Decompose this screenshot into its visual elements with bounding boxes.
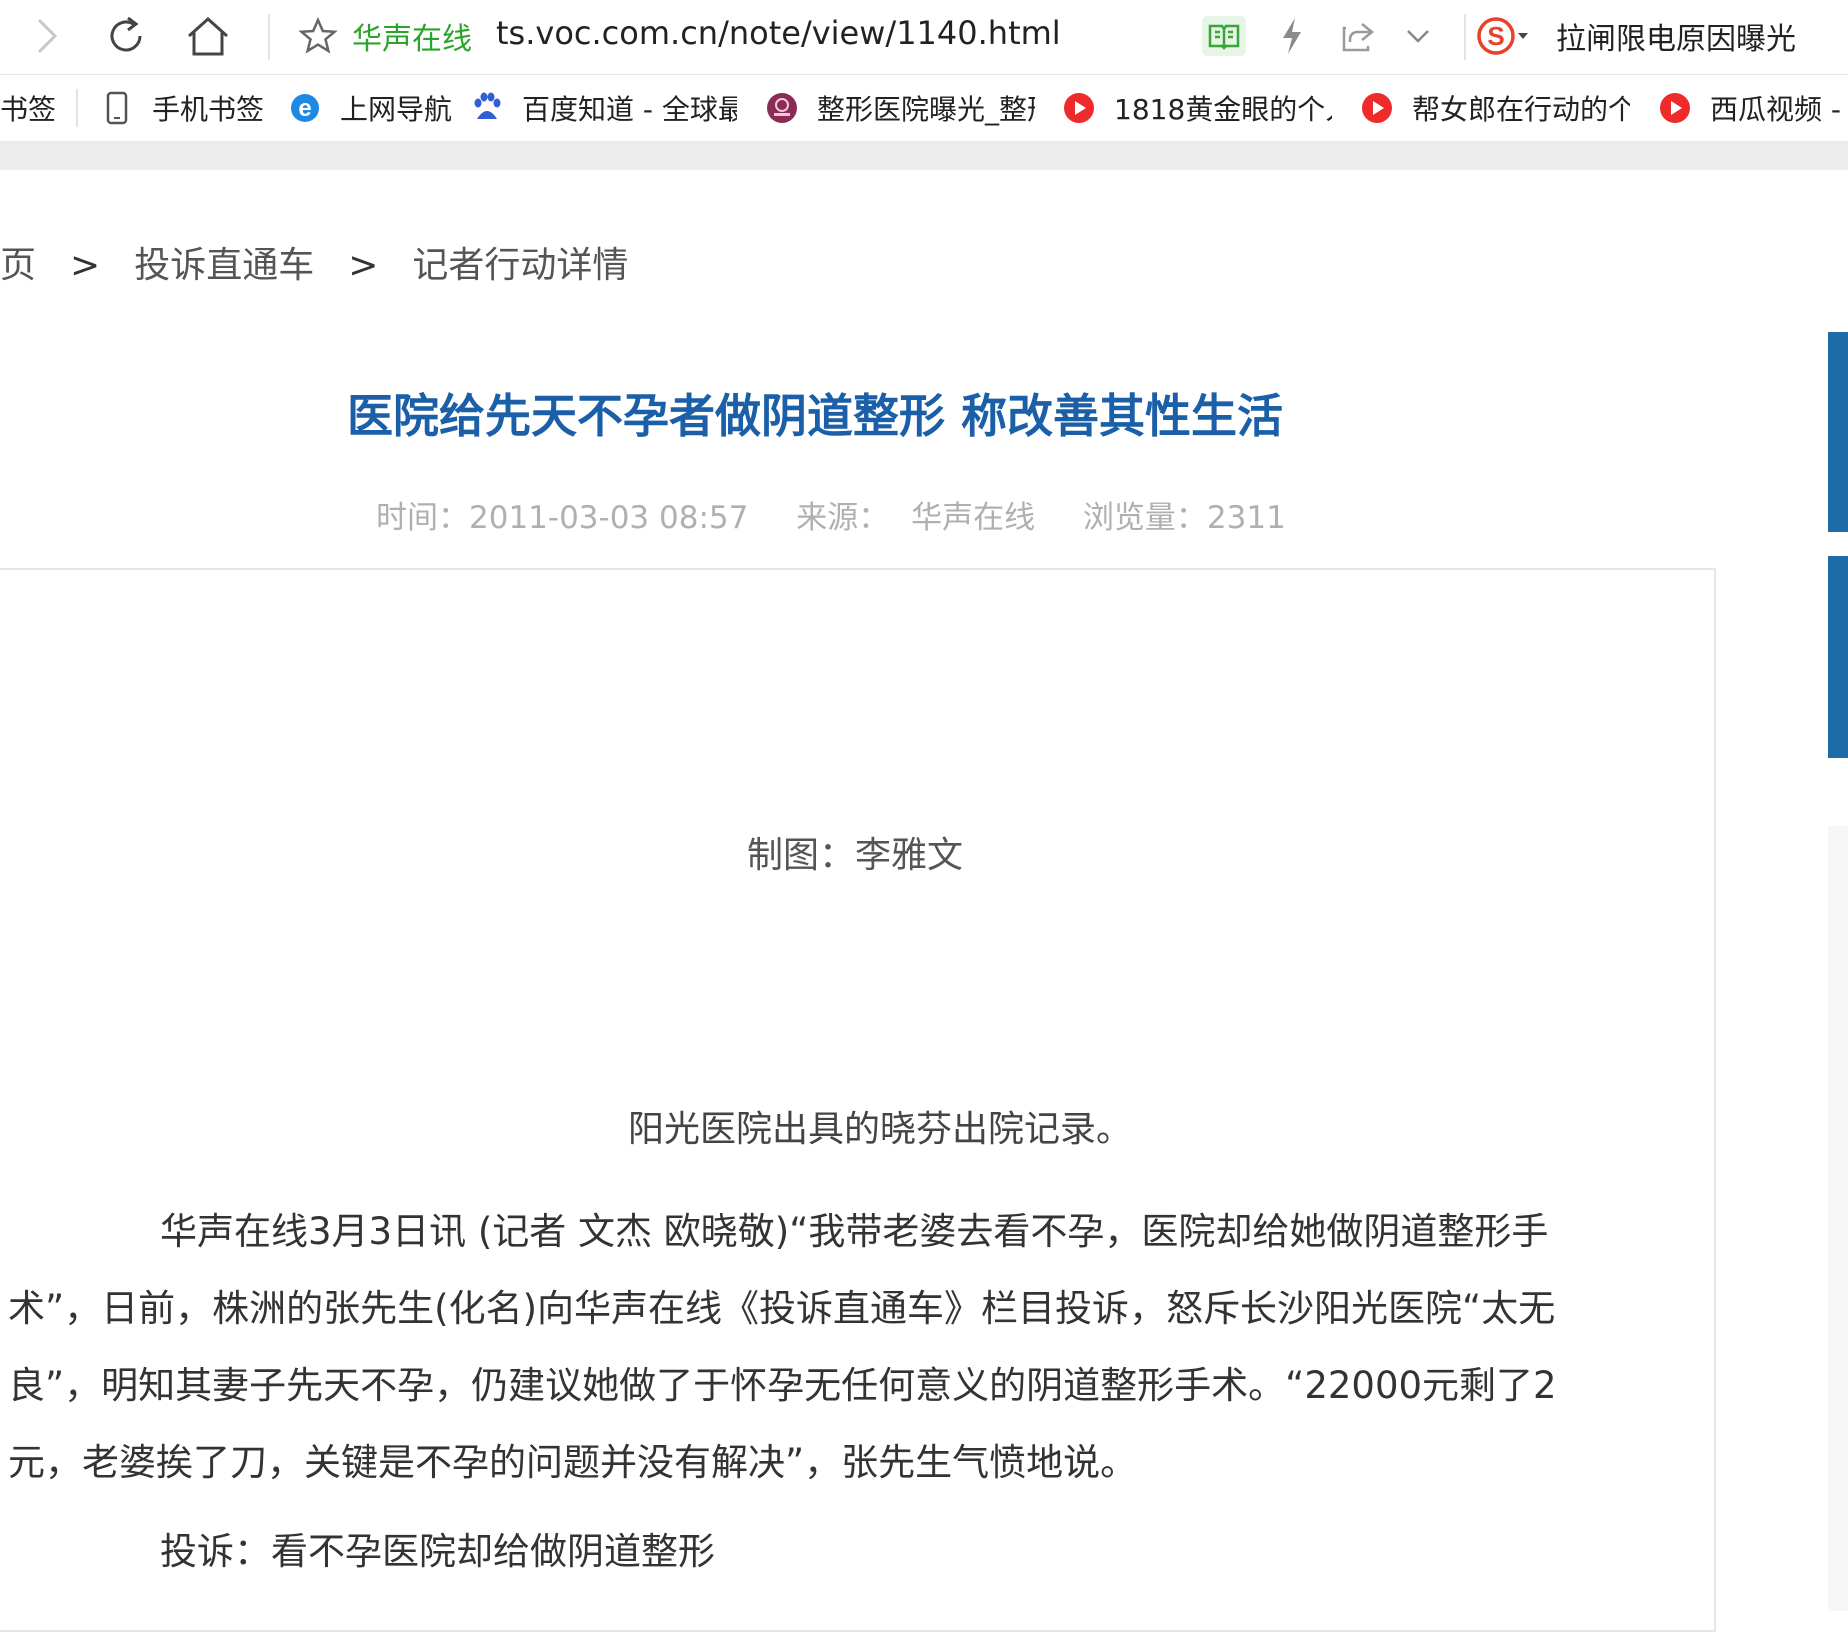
reload-icon[interactable] (98, 8, 154, 64)
site-name-label: 华声在线 (352, 22, 472, 57)
side-panel-tab[interactable] (1828, 556, 1848, 758)
ie-icon: e (288, 91, 322, 125)
article-title: 医院给先天不孕者做阴道整形 称改善其性生活 (346, 389, 1283, 443)
bookmark-bangnulang[interactable]: 帮女郎在行动的个 (1360, 75, 1630, 141)
sogou-search-icon[interactable]: S (1476, 8, 1532, 64)
search-suggestion-text[interactable]: 拉闸限电原因曝光 (1556, 14, 1796, 58)
chart-credit-caption: 制图：李雅文 (746, 835, 963, 876)
bookmark-label: 书签 (0, 93, 57, 126)
bookmark-baidu[interactable]: 百度知道 - 全球最 (470, 75, 737, 141)
toolbar-divider (1464, 14, 1466, 60)
bookmark-mobile[interactable]: 手机书签 (100, 75, 264, 141)
photo-caption: 阳光医院出具的晓芬出院记录。 (627, 1109, 1132, 1150)
share-icon[interactable] (1330, 8, 1386, 64)
article-paragraph: 华声在线3月3日讯 (记者 文杰 欧晓敬)“我带老婆去看不孕，医院却给她做阴道整… (8, 1210, 1557, 1484)
bookmark-hospital-exposure[interactable]: 整形医院曝光_整形 (765, 75, 1035, 141)
toolbar-divider (268, 14, 270, 60)
video-play-icon (1360, 91, 1394, 125)
breadcrumb: 页 > 投诉直通车 > 记者行动详情 (0, 236, 628, 288)
phone-icon (100, 91, 134, 125)
breadcrumb-separator: > (348, 245, 379, 286)
bookmark-divider (76, 89, 78, 127)
bookmark-nav[interactable]: e 上网导航 (288, 75, 452, 141)
article-time: 时间：2011-03-03 08:57 (376, 500, 749, 536)
address-bar-url[interactable]: ts.voc.com.cn/note/view/1140.html (496, 14, 1061, 52)
breadcrumb-section[interactable]: 投诉直通车 (134, 236, 314, 288)
svg-text:e: e (298, 95, 311, 122)
article-source-label: 来源： (796, 500, 890, 536)
favorite-star-icon[interactable] (290, 8, 346, 64)
breadcrumb-separator: > (70, 245, 101, 286)
bookmark-xigua[interactable]: 西瓜视频 - 高 (1658, 75, 1848, 141)
side-panel-tab[interactable] (1828, 332, 1848, 532)
bookmarks-bar: 书签 手机书签 e 上网导航 百度知道 - 全球最 整形医院曝光_整形 1818… (0, 75, 1848, 142)
video-play-icon (1062, 91, 1096, 125)
reader-mode-icon[interactable] (1196, 8, 1252, 64)
page-top-strip (0, 142, 1848, 170)
breadcrumb-home[interactable]: 页 (0, 236, 36, 288)
baidu-paw-icon (470, 91, 504, 125)
bookmark-folder[interactable]: 书签 (0, 75, 56, 141)
dropdown-chevron-icon[interactable] (1390, 8, 1446, 64)
article-meta: 时间：2011-03-03 08:57 来源： 华声在线 浏览量：2311 (376, 492, 1286, 537)
forward-icon[interactable] (18, 8, 74, 64)
video-play-icon (1658, 91, 1692, 125)
browser-toolbar: 华声在线 ts.voc.com.cn/note/view/1140.html S… (0, 0, 1848, 75)
bookmark-1818[interactable]: 1818黄金眼的个人 (1062, 75, 1332, 141)
breadcrumb-current: 记者行动详情 (412, 245, 629, 286)
bookmark-label: 上网导航 (340, 93, 453, 126)
article-source: 华声在线 (911, 500, 1036, 536)
bookmark-label: 1818黄金眼的个人 (1114, 93, 1332, 126)
article-subheading: 投诉：看不孕医院却给做阴道整形 (160, 1530, 715, 1573)
bookmark-label: 百度知道 - 全球最 (522, 93, 737, 126)
home-icon[interactable] (180, 8, 236, 64)
bookmark-label: 帮女郎在行动的个 (1412, 93, 1630, 126)
bookmark-label: 整形医院曝光_整形 (817, 93, 1035, 126)
bookmark-label: 西瓜视频 - 高 (1710, 93, 1848, 126)
article-views: 浏览量：2311 (1082, 500, 1286, 536)
svg-text:S: S (1487, 21, 1504, 51)
bookmark-label: 手机书签 (152, 93, 265, 126)
side-panel (1828, 826, 1848, 1611)
lightning-icon[interactable] (1264, 8, 1320, 64)
hospital-logo-icon (765, 91, 799, 125)
